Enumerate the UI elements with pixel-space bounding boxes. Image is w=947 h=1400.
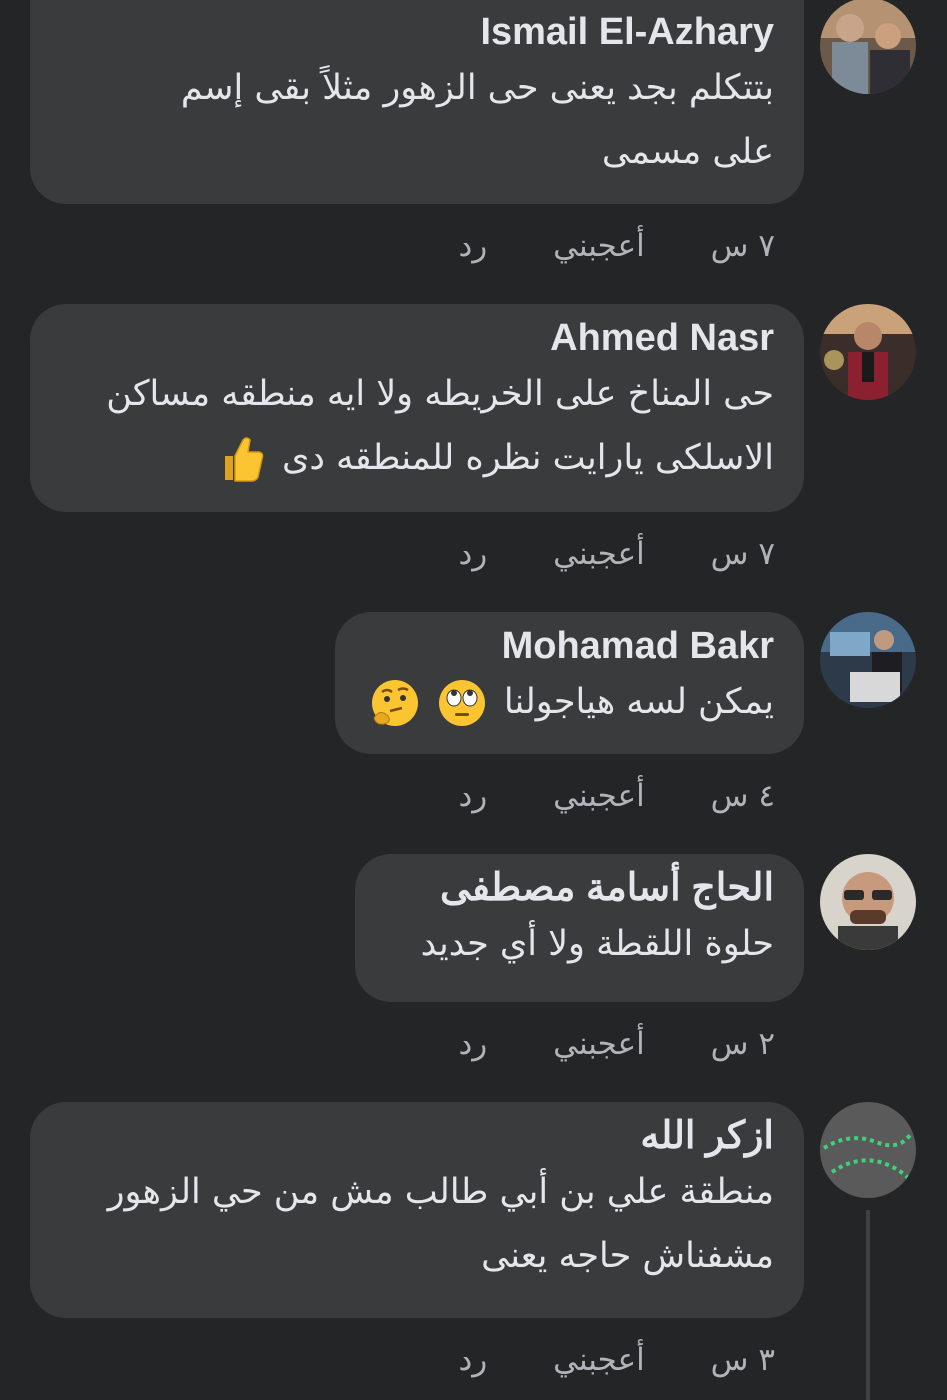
comment-actions: ٣ س أعجبني رد	[458, 1342, 775, 1378]
timestamp[interactable]: ٣ س	[711, 1342, 775, 1378]
profile-photo-icon	[820, 854, 916, 950]
comment-actions: ٧ س أعجبني رد	[458, 536, 775, 572]
reply-thread-line	[866, 1210, 870, 1400]
avatar[interactable]	[820, 1102, 916, 1198]
comment-text-line: الاسلكى يارايت نظره للمنطقه دى	[281, 438, 774, 478]
comment-text-line: يمكن لسه هياجولنا	[503, 682, 774, 722]
comment-bubble[interactable]: Mohamad Bakr يمكن لسه هياجولنا	[335, 612, 804, 754]
thinking-face-icon	[371, 680, 418, 726]
comment-actions: ٢ س أعجبني رد	[458, 1026, 775, 1062]
comment-actions: ٤ س أعجبني رد	[458, 778, 775, 814]
like-button[interactable]: أعجبني	[553, 536, 645, 572]
comment-text: حى المناخ على الخريطه ولا ايه منطقه مساك…	[106, 374, 774, 414]
like-button[interactable]: أعجبني	[553, 228, 645, 264]
like-button[interactable]: أعجبني	[553, 1026, 645, 1062]
comment-actions: ٧ س أعجبني رد	[458, 228, 775, 264]
timestamp[interactable]: ٤ س	[711, 778, 775, 814]
profile-photo-icon	[820, 0, 916, 94]
like-button[interactable]: أعجبني	[553, 778, 645, 814]
like-button[interactable]: أعجبني	[553, 1342, 645, 1378]
comment-bubble[interactable]: Ismail El-Azhary بتتكلم بجد يعنى حى الزه…	[30, 0, 804, 204]
comment-text: منطقة علي بن أبي طالب مش من حي الزهور	[107, 1172, 774, 1212]
author-name[interactable]: الحاج أسامة مصطفى	[385, 864, 774, 912]
author-name[interactable]: Mohamad Bakr	[365, 622, 774, 670]
comment-text: الاسلكى يارايت نظره للمنطقه دى	[60, 426, 774, 490]
author-name[interactable]: Ahmed Nasr	[60, 314, 774, 362]
avatar[interactable]	[820, 304, 916, 400]
comment-text: بتتكلم بجد يعنى حى الزهور مثلاً بقى إسم	[180, 68, 774, 108]
comment-bubble[interactable]: الحاج أسامة مصطفى حلوة اللقطة ولا أي جدي…	[355, 854, 804, 1002]
reply-button[interactable]: رد	[458, 1342, 487, 1378]
timestamp[interactable]: ٧ س	[711, 536, 775, 572]
avatar[interactable]	[820, 854, 916, 950]
comment-bubble[interactable]: Ahmed Nasr حى المناخ على الخريطه ولا ايه…	[30, 304, 804, 512]
comment-bubble[interactable]: ازكر الله منطقة علي بن أبي طالب مش من حي…	[30, 1102, 804, 1318]
avatar[interactable]	[820, 612, 916, 708]
reply-button[interactable]: رد	[458, 1026, 487, 1062]
prayer-beads-icon	[820, 1102, 916, 1198]
author-name[interactable]: ازكر الله	[60, 1112, 774, 1160]
reply-button[interactable]: رد	[458, 778, 487, 814]
timestamp[interactable]: ٧ س	[711, 228, 775, 264]
face-with-rolling-eyes-icon	[438, 680, 485, 726]
avatar[interactable]	[820, 0, 916, 94]
profile-photo-icon	[820, 304, 916, 400]
comment-text: على مسمى	[601, 132, 774, 172]
comment-text: مشفناش حاجه يعنى	[481, 1236, 774, 1276]
comment-text: حلوة اللقطة ولا أي جديد	[420, 924, 774, 964]
profile-photo-icon	[820, 612, 916, 708]
reply-button[interactable]: رد	[458, 228, 487, 264]
timestamp[interactable]: ٢ س	[711, 1026, 775, 1062]
comment-text: يمكن لسه هياجولنا	[365, 670, 774, 734]
author-name[interactable]: Ismail El-Azhary	[60, 8, 774, 56]
reply-button[interactable]: رد	[458, 536, 487, 572]
thumbs-up-icon	[224, 437, 264, 482]
